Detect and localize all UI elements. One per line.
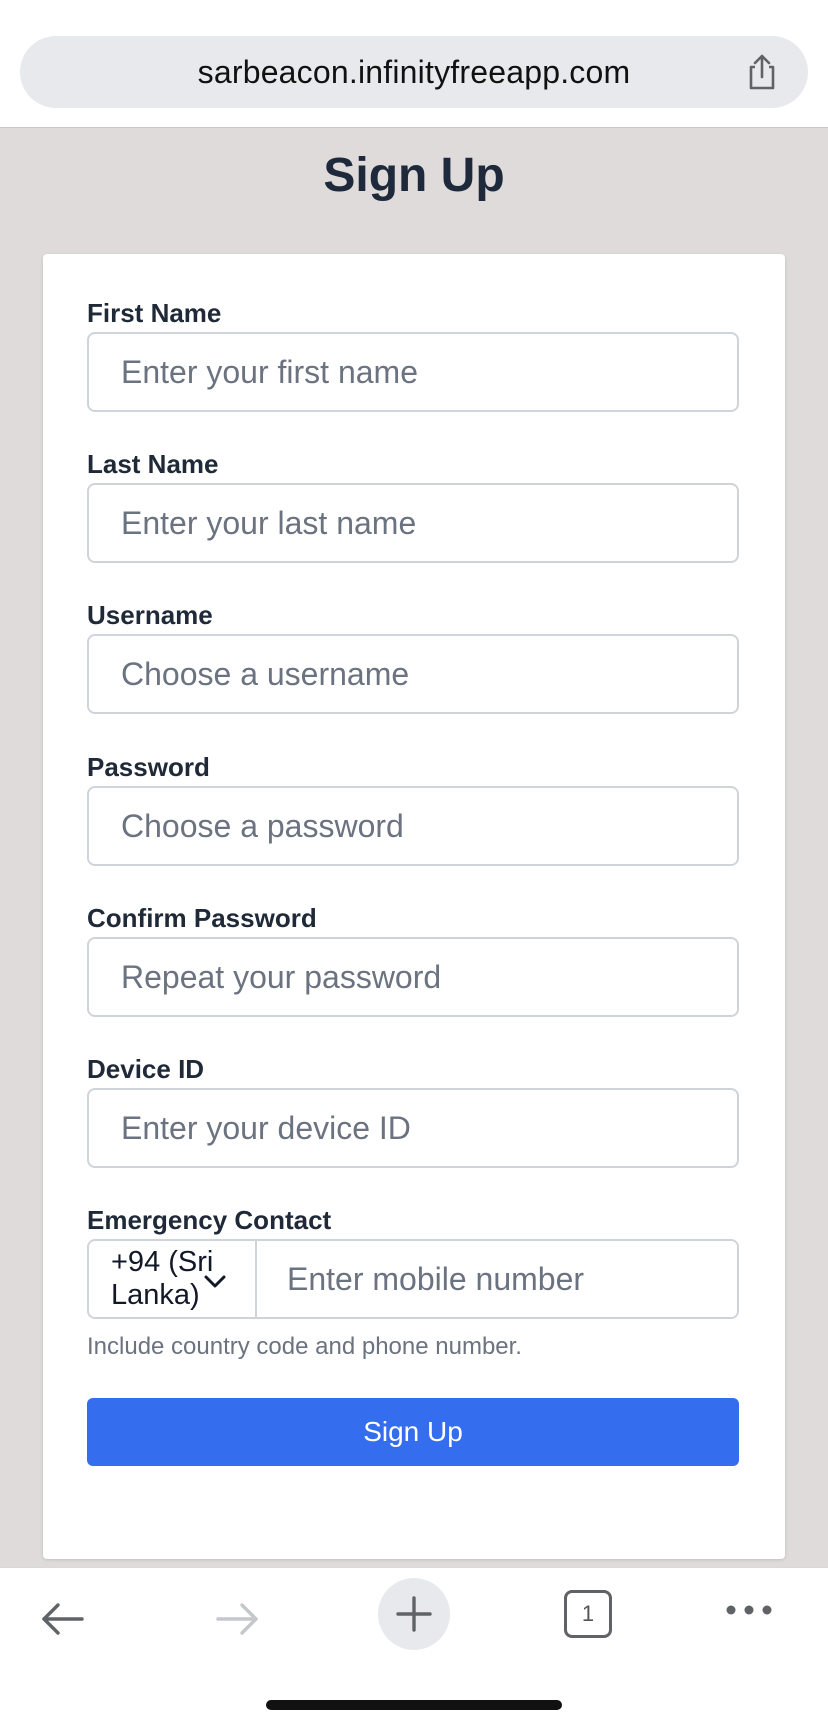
arrow-left-icon[interactable]: [38, 1594, 88, 1644]
home-indicator: [266, 1700, 562, 1710]
emergency-contact-label: Emergency Contact: [87, 1205, 332, 1235]
page-title: Sign Up: [323, 149, 505, 202]
tab-count: 1: [581, 1601, 595, 1626]
mobile-number-input[interactable]: [257, 1241, 737, 1317]
signup-card: First Name Last Name Username Password C…: [43, 254, 785, 1559]
country-code-select[interactable]: +94 (Sri Lanka): [89, 1241, 257, 1317]
browser-top-bar: sarbeacon.infinityfreeapp.com: [0, 0, 828, 128]
new-tab-button[interactable]: [378, 1578, 450, 1650]
username-label: Username: [87, 600, 213, 630]
emergency-contact-group: +94 (Sri Lanka): [87, 1239, 739, 1319]
country-code-value: +94 (Sri Lanka): [111, 1246, 214, 1311]
last-name-input[interactable]: [87, 483, 739, 563]
plus-icon: [396, 1596, 432, 1632]
last-name-label: Last Name: [87, 449, 219, 479]
device-id-input[interactable]: [87, 1088, 739, 1168]
device-id-label: Device ID: [87, 1054, 205, 1084]
username-input[interactable]: [87, 634, 739, 714]
browser-bottom-toolbar: 1: [0, 1567, 828, 1724]
address-bar[interactable]: sarbeacon.infinityfreeapp.com: [20, 36, 808, 108]
more-icon[interactable]: [724, 1602, 774, 1618]
first-name-label: First Name: [87, 298, 222, 328]
password-label: Password: [87, 752, 210, 782]
tabs-icon[interactable]: 1: [564, 1590, 612, 1638]
confirm-password-input[interactable]: [87, 937, 739, 1017]
chevron-down-icon: [204, 1275, 226, 1288]
sign-up-button[interactable]: Sign Up: [87, 1398, 739, 1466]
emergency-contact-help: Include country code and phone number.: [87, 1333, 522, 1360]
password-input[interactable]: [87, 786, 739, 866]
page-content: Sign Up First Name Last Name Username Pa…: [0, 128, 828, 1568]
first-name-input[interactable]: [87, 332, 739, 412]
share-icon[interactable]: [742, 52, 782, 92]
confirm-password-label: Confirm Password: [87, 903, 317, 933]
arrow-right-icon[interactable]: [212, 1594, 262, 1644]
url-text[interactable]: sarbeacon.infinityfreeapp.com: [20, 36, 808, 108]
